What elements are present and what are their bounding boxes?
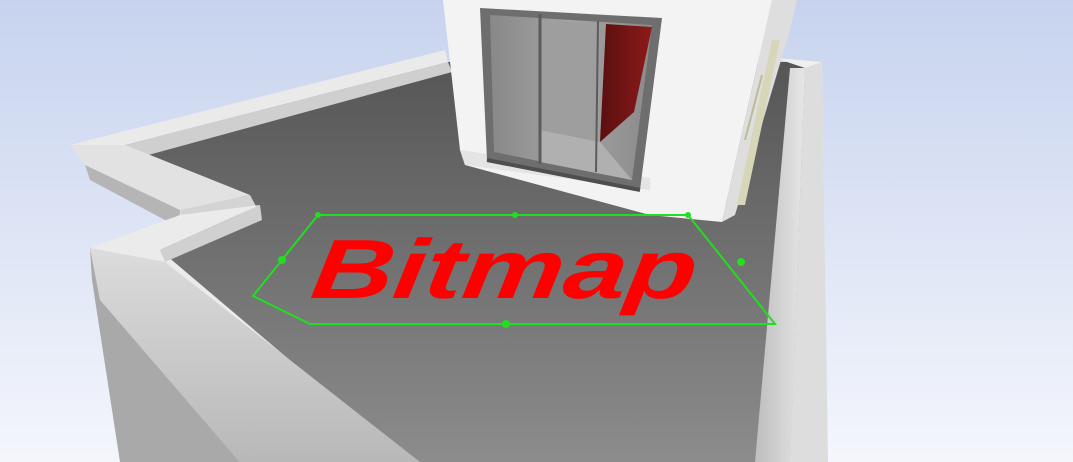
selection-handle-top-left[interactable] bbox=[315, 212, 321, 218]
floor-bitmap[interactable]: Bitmap bbox=[306, 223, 704, 317]
bitmap-label: Bitmap bbox=[306, 223, 704, 317]
selection-handle-right[interactable] bbox=[737, 258, 745, 266]
selection-handle-left[interactable] bbox=[278, 256, 286, 264]
selection-handle-bottom[interactable] bbox=[502, 320, 510, 328]
3d-scene[interactable]: Bitmap bbox=[0, 0, 1073, 462]
interior-wall bbox=[540, 20, 600, 142]
selection-handle-top[interactable] bbox=[512, 212, 518, 218]
3d-viewport[interactable]: Bitmap bbox=[0, 0, 1073, 462]
selection-handle-top-right[interactable] bbox=[685, 212, 691, 218]
